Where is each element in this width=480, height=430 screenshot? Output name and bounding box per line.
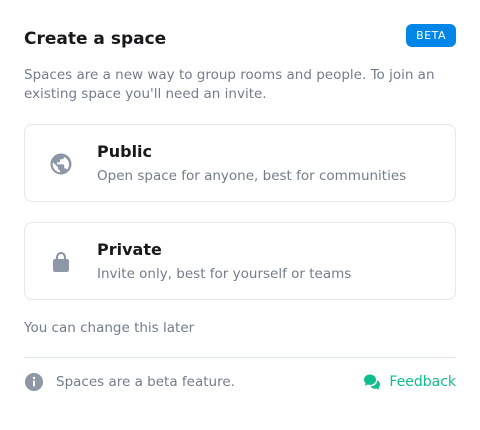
create-space-dialog: Create a space BETA Spaces are a new way… — [0, 0, 480, 430]
private-option-title: Private — [97, 240, 162, 259]
lock-icon — [53, 252, 69, 272]
footer-divider — [24, 357, 456, 358]
public-space-option[interactable]: Public Open space for anyone, best for c… — [24, 124, 456, 202]
globe-icon — [50, 153, 72, 175]
beta-feature-note: Spaces are a beta feature. — [24, 372, 235, 392]
feedback-label: Feedback — [389, 374, 456, 390]
beta-feature-text: Spaces are a beta feature. — [56, 374, 235, 390]
info-icon — [25, 373, 43, 391]
public-option-title: Public — [97, 142, 153, 161]
dialog-title: Create a space — [24, 29, 167, 49]
private-space-option[interactable]: Private Invite only, best for yourself o… — [24, 222, 456, 300]
dialog-description: Spaces are a new way to group rooms and … — [24, 67, 435, 102]
change-later-note: You can change this later — [24, 320, 195, 336]
feedback-button[interactable]: Feedback — [363, 372, 456, 392]
public-option-description: Open space for anyone, best for communit… — [97, 168, 407, 184]
feedback-chat-icon — [364, 374, 381, 390]
beta-badge[interactable]: BETA — [406, 24, 456, 47]
private-option-description: Invite only, best for yourself or teams — [97, 266, 352, 282]
